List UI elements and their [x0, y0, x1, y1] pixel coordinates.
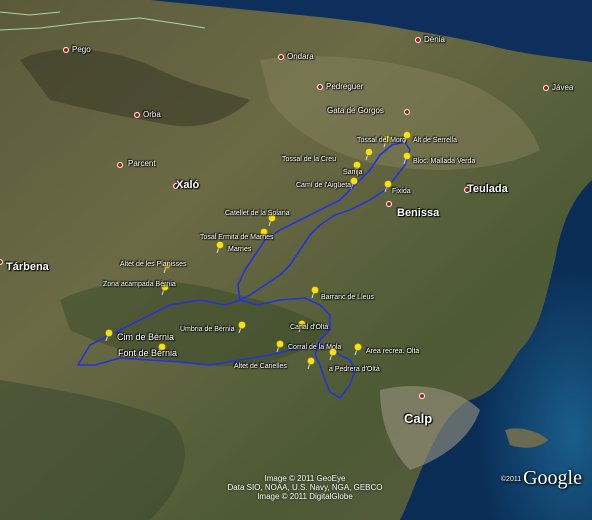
town-label-denia[interactable]: Dènia: [424, 36, 445, 44]
waypoint-label-tossal-moro[interactable]: Tossal del Moro: [357, 137, 406, 144]
satellite-map[interactable]: Pego Dènia Ondara Pedreguer Gata de Gorgos Já…: [0, 0, 592, 520]
town-label-parcent[interactable]: Parcent: [128, 160, 156, 168]
town-label-pego[interactable]: Pego: [72, 46, 91, 54]
town-marker-icon[interactable]: [419, 393, 425, 399]
town-label-ondara[interactable]: Ondara: [287, 53, 314, 61]
waypoint-label-fixida[interactable]: Fixida: [392, 188, 411, 195]
town-marker-icon[interactable]: [134, 112, 140, 118]
town-marker-icon[interactable]: [317, 84, 323, 90]
waypoint-label-altet-canelles[interactable]: Altet de Canelles: [234, 363, 287, 370]
town-marker-icon[interactable]: [404, 109, 410, 115]
pushpin-icon[interactable]: [353, 343, 363, 355]
google-logo: ©2011 Google: [501, 467, 582, 490]
waypoint-label-tossal-creu[interactable]: Tossal de la Creu: [282, 156, 336, 163]
town-marker-icon[interactable]: [543, 85, 549, 91]
town-marker-icon[interactable]: [117, 162, 123, 168]
attribution-line: Image © 2011 GeoEye: [264, 474, 346, 483]
waypoint-label-canal-olta[interactable]: Canal d'Oltà: [290, 324, 328, 331]
waypoint-label-font-bernia[interactable]: Font de Bèrnia: [118, 349, 177, 358]
pushpin-icon[interactable]: [402, 131, 412, 143]
town-label-benissa[interactable]: Benissa: [397, 208, 439, 219]
waypoint-label-pedrera-olta[interactable]: a Pedrera d'Oltà: [329, 366, 380, 373]
waypoint-label-umbria-bernia[interactable]: Umbria de Bèrnia: [180, 326, 234, 333]
waypoint-label-barranc-lleus[interactable]: Barranc de Lleus: [321, 294, 374, 301]
pushpin-icon[interactable]: [328, 348, 338, 360]
pushpin-icon[interactable]: [237, 321, 247, 333]
waypoint-label-alt-serrella[interactable]: Alt de Serrella: [413, 137, 457, 144]
town-label-gata[interactable]: Gata de Gorgos: [327, 107, 384, 115]
town-marker-icon[interactable]: [63, 47, 69, 53]
pushpin-icon[interactable]: [310, 286, 320, 298]
pushpin-icon[interactable]: [402, 152, 412, 164]
waypoint-label-sanija[interactable]: Sanija: [343, 169, 362, 176]
attribution-line: Data SIO, NOAA, U.S. Navy, NGA, GEBCO: [227, 483, 383, 493]
attribution-line: Image © 2011 DigitalGlobe: [257, 492, 353, 502]
town-label-orba[interactable]: Orba: [143, 111, 161, 119]
waypoint-label-area-recrea[interactable]: Area recrea. Oltà: [366, 348, 419, 355]
waypoint-label-zona-acampada[interactable]: Zona acampada Bèrnia: [103, 281, 176, 288]
town-label-javea[interactable]: Jávea: [552, 84, 573, 92]
waypoint-label-cim-bernia[interactable]: Cim de Bèrnia: [117, 333, 174, 342]
pushpin-icon[interactable]: [306, 357, 316, 369]
pushpin-icon[interactable]: [275, 340, 285, 352]
waypoint-label-tosal-ermita[interactable]: Tosal Ermita de Marnes: [200, 234, 274, 241]
waypoint-label-cami-aigueta[interactable]: Camí de l'Aigüeta: [296, 182, 351, 189]
waypoint-label-marnes[interactable]: Marnes: [228, 246, 251, 253]
waypoint-label-catellet[interactable]: Catellet de la Solana: [225, 210, 290, 217]
town-marker-icon[interactable]: [415, 37, 421, 43]
pushpin-icon[interactable]: [364, 148, 374, 160]
town-marker-icon[interactable]: [278, 54, 284, 60]
waypoint-label-bloc-mallada[interactable]: Bloc. Mallada Verda: [413, 158, 475, 165]
imagery-attribution: Image © 2011 GeoEye Data SIO, NOAA, U.S.…: [205, 474, 405, 502]
town-label-tarbena[interactable]: Tárbena: [6, 262, 49, 273]
pushpin-icon[interactable]: [215, 241, 225, 253]
logo-year: ©2011: [500, 475, 522, 483]
terrain-imagery: [0, 0, 592, 520]
town-marker-icon[interactable]: [386, 201, 392, 207]
town-label-pedreguer[interactable]: Pedreguer: [326, 83, 363, 91]
town-label-teulada[interactable]: Teulada: [467, 184, 508, 195]
logo-text: Google: [523, 467, 582, 489]
town-label-xalo[interactable]: Xaló: [176, 180, 199, 191]
pushpin-icon[interactable]: [104, 329, 114, 341]
town-label-calp[interactable]: Calp: [404, 412, 432, 425]
waypoint-label-altet-planisses[interactable]: Altet de les Planisses: [120, 261, 187, 268]
